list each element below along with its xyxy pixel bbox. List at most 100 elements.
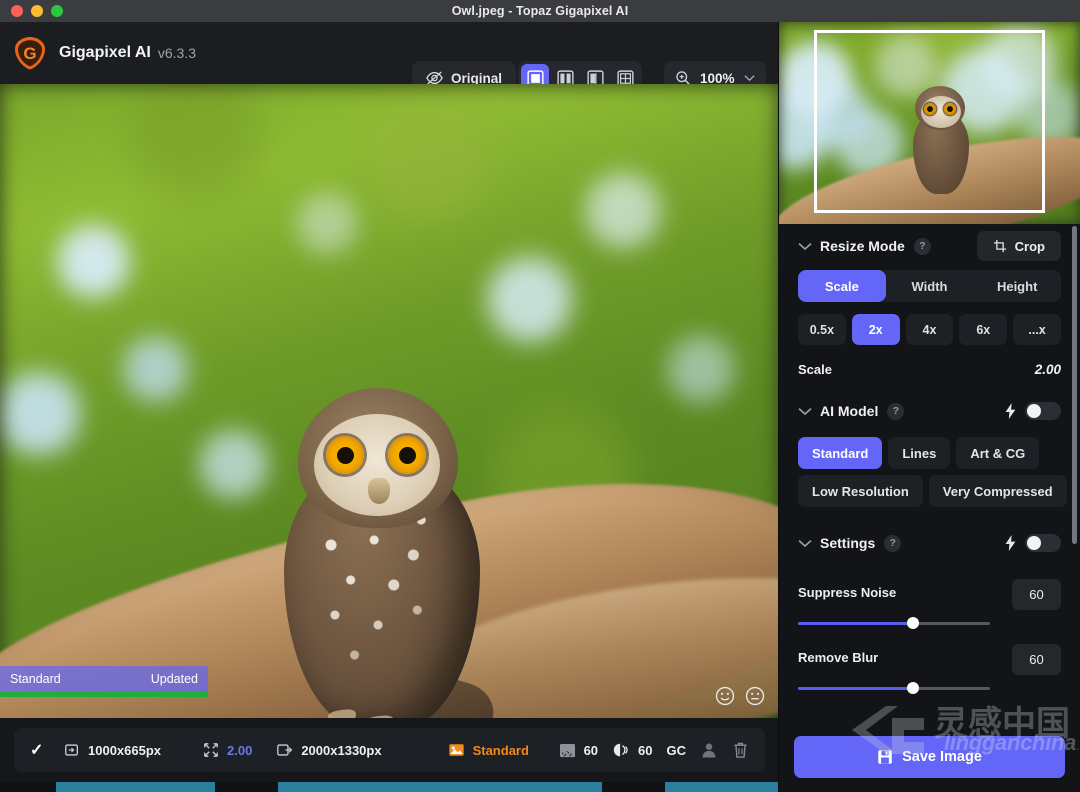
filmstrip[interactable] (0, 782, 779, 792)
output-size-item: 2000x1330px (276, 742, 381, 758)
ai-model-section-header[interactable]: AI Model ? (798, 389, 1061, 433)
chevron-down-icon[interactable] (798, 242, 812, 251)
ai-model-standard[interactable]: Standard (798, 437, 882, 469)
help-icon[interactable]: ? (914, 238, 931, 255)
eye-off-icon (426, 71, 443, 85)
overlay-model-badge: Standard (10, 672, 61, 686)
model-value: Standard (473, 743, 529, 758)
feedback-controls[interactable] (715, 686, 765, 706)
resize-mode-section-header[interactable]: Resize Mode ? Crop (798, 224, 1061, 268)
filmstrip-thumbnail[interactable] (665, 782, 779, 792)
image-out-icon (276, 742, 293, 758)
image-in-icon (64, 742, 80, 758)
scale-label: Scale (798, 362, 832, 377)
status-bar: ✓ 1000x665px (0, 718, 779, 782)
noise-setting-item: 60 (559, 743, 598, 758)
ai-model-auto-toggle[interactable] (1005, 402, 1061, 420)
save-bar: Save Image (779, 722, 1080, 792)
ai-model-low-resolution[interactable]: Low Resolution (798, 475, 923, 507)
overlay-status-badge: Updated (151, 672, 198, 686)
photo-owl (262, 380, 502, 718)
scale-preset-custom[interactable]: ...x (1013, 314, 1061, 345)
settings-title: Settings (820, 535, 875, 551)
feedback-negative-icon[interactable] (745, 686, 765, 706)
remove-blur-value[interactable]: 60 (1012, 644, 1061, 675)
noise-value: 60 (584, 743, 598, 758)
blur-value: 60 (638, 743, 652, 758)
ai-model-row-secondary[interactable]: Low Resolution Very Compressed (798, 475, 1061, 507)
ai-model-title: AI Model (820, 403, 878, 419)
auto-toggle-switch[interactable] (1025, 402, 1061, 420)
save-image-button[interactable]: Save Image (794, 736, 1065, 778)
model-item: Standard (448, 742, 529, 758)
app-brand: G Gigapixel AI v6.3.3 (0, 35, 196, 71)
progress-indicator (0, 692, 208, 697)
filmstrip-thumbnail[interactable] (278, 782, 602, 792)
suppress-noise-label: Suppress Noise (798, 579, 896, 600)
settings-panel: Resize Mode ? Crop Scale Width Height 0.… (779, 224, 1080, 722)
chevron-down-icon[interactable] (798, 407, 812, 416)
remove-blur-slider[interactable] (798, 681, 990, 695)
crop-button[interactable]: Crop (977, 231, 1061, 261)
ai-model-lines[interactable]: Lines (888, 437, 950, 469)
filmstrip-thumbnail[interactable] (56, 782, 215, 792)
scale-preset-4x[interactable]: 4x (906, 314, 954, 345)
viewport-crop-frame[interactable] (814, 30, 1045, 213)
settings-section-header[interactable]: Settings ? (798, 521, 1061, 565)
scale-factor-value: 2.00 (227, 743, 252, 758)
help-icon[interactable]: ? (887, 403, 904, 420)
owl-photo (0, 84, 779, 718)
resize-mode-segmented-control[interactable]: Scale Width Height (798, 270, 1061, 302)
feedback-positive-icon[interactable] (715, 686, 735, 706)
output-size-value: 2000x1330px (301, 743, 381, 758)
selected-check-icon[interactable]: ✓ (30, 740, 64, 760)
status-right-group[interactable]: 60 60 GC (559, 741, 749, 759)
brand-version: v6.3.3 (158, 45, 196, 61)
scale-preset-0.5x[interactable]: 0.5x (798, 314, 846, 345)
help-icon[interactable]: ? (884, 535, 901, 552)
image-status-overlay: Standard Updated (0, 666, 208, 692)
suppress-noise-slider[interactable] (798, 616, 990, 630)
save-image-label: Save Image (902, 749, 982, 765)
remove-blur-thumb[interactable] (907, 682, 919, 694)
ai-model-very-compressed[interactable]: Very Compressed (929, 475, 1067, 507)
scale-value-row: Scale 2.00 (798, 362, 1061, 377)
scale-preset-row[interactable]: 0.5x 2x 4x 6x ...x (798, 314, 1061, 345)
chevron-down-icon[interactable] (798, 539, 812, 548)
panel-scrollbar[interactable] (1072, 226, 1077, 722)
settings-auto-toggle[interactable] (1005, 534, 1061, 552)
lightning-icon (1005, 535, 1016, 551)
scale-preset-6x[interactable]: 6x (959, 314, 1007, 345)
chevron-down-icon[interactable] (744, 74, 755, 82)
ai-model-row-primary[interactable]: Standard Lines Art & CG (798, 437, 1061, 469)
gpu-label: GC (667, 743, 687, 758)
resize-mode-scale[interactable]: Scale (798, 270, 886, 302)
scale-factor-item: 2.00 (203, 742, 252, 758)
resize-mode-width[interactable]: Width (886, 270, 974, 302)
gigapixel-logo-icon: G (12, 35, 48, 71)
scrollbar-thumb[interactable] (1072, 226, 1077, 544)
blur-setting-item: 60 (612, 742, 652, 758)
scale-preset-2x[interactable]: 2x (852, 314, 900, 345)
crop-icon (993, 239, 1007, 253)
suppress-noise-thumb[interactable] (907, 617, 919, 629)
remove-blur-label: Remove Blur (798, 644, 878, 665)
title-bar: Owl.jpeg - Topaz Gigapixel AI (0, 0, 1080, 22)
preview-navigator[interactable] (779, 22, 1080, 224)
face-recovery-icon[interactable] (700, 741, 718, 759)
auto-toggle-switch[interactable] (1025, 534, 1061, 552)
suppress-noise-value[interactable]: 60 (1012, 579, 1061, 610)
delete-icon[interactable] (732, 741, 749, 759)
image-canvas[interactable]: Standard Updated (0, 84, 779, 718)
lightning-icon (1005, 403, 1016, 419)
resize-arrows-icon (203, 742, 219, 758)
model-image-icon (448, 742, 465, 758)
ai-model-art-and-cg[interactable]: Art & CG (956, 437, 1039, 469)
svg-text:G: G (23, 44, 36, 63)
window-title: Owl.jpeg - Topaz Gigapixel AI (0, 4, 1080, 18)
app-window: Owl.jpeg - Topaz Gigapixel AI G Gigapixe… (0, 0, 1080, 792)
brand-title: Gigapixel AI (59, 44, 151, 62)
status-strip[interactable]: ✓ 1000x665px (14, 728, 765, 772)
remove-blur-control: Remove Blur 60 (798, 644, 1061, 695)
resize-mode-height[interactable]: Height (973, 270, 1061, 302)
